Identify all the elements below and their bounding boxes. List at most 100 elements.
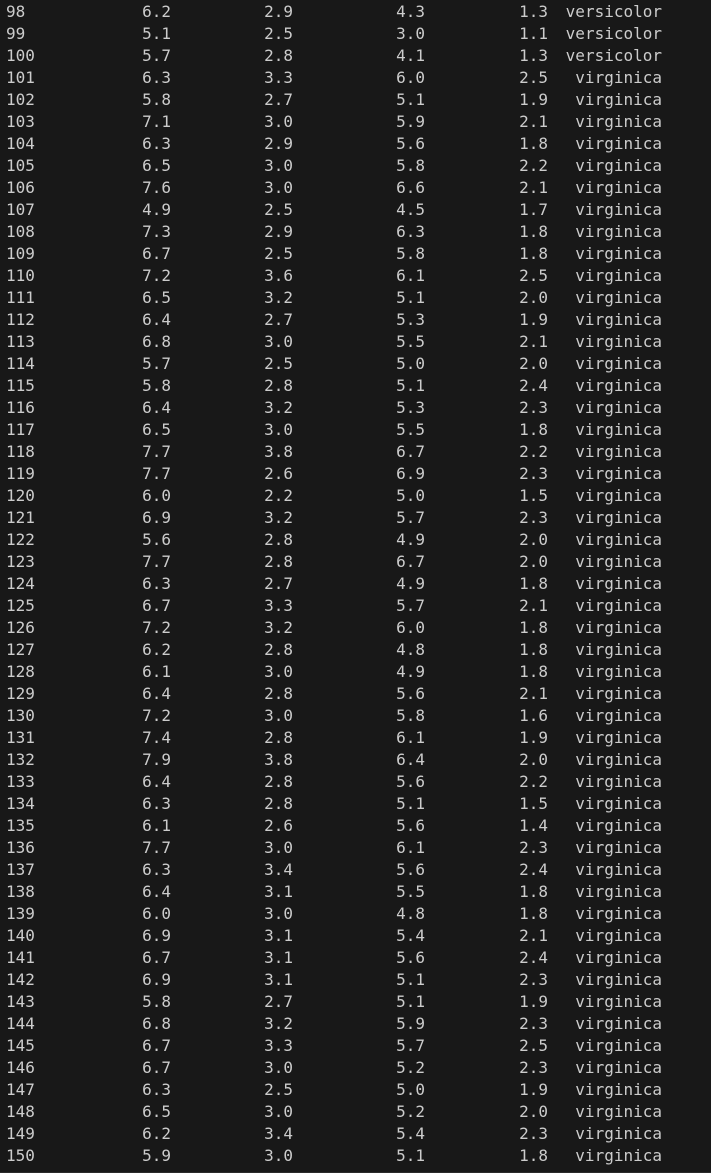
table-row: 133 6.4 2.8 5.6 2.2 virginica <box>0 771 711 793</box>
petal-width-value: 2.5 <box>519 68 548 87</box>
species-value: virginica <box>575 156 662 175</box>
sepal-width-value: 2.9 <box>264 2 293 21</box>
petal-width-value: 2.0 <box>519 354 548 373</box>
petal-width-value: 2.1 <box>519 112 548 131</box>
petal-width-value: 2.3 <box>519 1124 548 1143</box>
table-row: 110 7.2 3.6 6.1 2.5 virginica <box>0 265 711 287</box>
sepal-length-value: 6.3 <box>142 68 171 87</box>
petal-width-value: 1.9 <box>519 992 548 1011</box>
sepal-width-value: 3.2 <box>264 1014 293 1033</box>
table-row: 147 6.3 2.5 5.0 1.9 virginica <box>0 1079 711 1101</box>
table-row: 115 5.8 2.8 5.1 2.4 virginica <box>0 375 711 397</box>
sepal-length-value: 7.1 <box>142 112 171 131</box>
sepal-width-value: 2.8 <box>264 772 293 791</box>
petal-width-value: 2.3 <box>519 508 548 527</box>
sepal-width-value: 3.3 <box>264 68 293 87</box>
species-value: virginica <box>575 772 662 791</box>
sepal-width-value: 3.0 <box>264 112 293 131</box>
table-row: 129 6.4 2.8 5.6 2.1 virginica <box>0 683 711 705</box>
petal-width-value: 1.9 <box>519 310 548 329</box>
sepal-width-value: 3.0 <box>264 178 293 197</box>
petal-width-value: 2.3 <box>519 1014 548 1033</box>
species-value: virginica <box>575 1036 662 1055</box>
sepal-length-value: 6.1 <box>142 816 171 835</box>
petal-length-value: 5.6 <box>396 816 425 835</box>
row-index: 113 <box>6 332 35 351</box>
row-index: 139 <box>6 904 35 923</box>
row-index: 117 <box>6 420 35 439</box>
row-index: 120 <box>6 486 35 505</box>
sepal-width-value: 2.8 <box>264 794 293 813</box>
table-row: 117 6.5 3.0 5.5 1.8 virginica <box>0 419 711 441</box>
petal-length-value: 5.4 <box>396 926 425 945</box>
table-row: 127 6.2 2.8 4.8 1.8 virginica <box>0 639 711 661</box>
sepal-width-value: 2.8 <box>264 46 293 65</box>
petal-length-value: 5.7 <box>396 596 425 615</box>
row-index: 108 <box>6 222 35 241</box>
petal-width-value: 1.8 <box>519 574 548 593</box>
petal-width-value: 2.4 <box>519 948 548 967</box>
sepal-length-value: 6.3 <box>142 794 171 813</box>
row-index: 146 <box>6 1058 35 1077</box>
petal-length-value: 5.5 <box>396 420 425 439</box>
table-row: 113 6.8 3.0 5.5 2.1 virginica <box>0 331 711 353</box>
species-value: virginica <box>575 1102 662 1121</box>
row-index: 106 <box>6 178 35 197</box>
table-row: 112 6.4 2.7 5.3 1.9 virginica <box>0 309 711 331</box>
petal-length-value: 5.3 <box>396 310 425 329</box>
petal-width-value: 2.0 <box>519 750 548 769</box>
petal-width-value: 1.3 <box>519 2 548 21</box>
sepal-width-value: 3.6 <box>264 266 293 285</box>
table-row: 114 5.7 2.5 5.0 2.0 virginica <box>0 353 711 375</box>
sepal-width-value: 3.0 <box>264 706 293 725</box>
sepal-length-value: 5.6 <box>142 530 171 549</box>
sepal-width-value: 3.1 <box>264 970 293 989</box>
sepal-length-value: 6.9 <box>142 970 171 989</box>
table-row: 125 6.7 3.3 5.7 2.1 virginica <box>0 595 711 617</box>
sepal-length-value: 7.7 <box>142 552 171 571</box>
species-value: virginica <box>575 112 662 131</box>
table-row: 107 4.9 2.5 4.5 1.7 virginica <box>0 199 711 221</box>
species-value: virginica <box>575 838 662 857</box>
sepal-width-value: 3.2 <box>264 398 293 417</box>
sepal-width-value: 2.7 <box>264 992 293 1011</box>
petal-length-value: 4.3 <box>396 2 425 21</box>
species-value: virginica <box>575 68 662 87</box>
terminal-output[interactable]: 98 6.2 2.9 4.3 1.3 versicolor 99 5.1 2.5 3.0 1.1 ve… <box>0 0 711 1173</box>
row-index: 135 <box>6 816 35 835</box>
species-value: virginica <box>575 816 662 835</box>
sepal-length-value: 6.2 <box>142 1124 171 1143</box>
petal-length-value: 5.1 <box>396 970 425 989</box>
table-row: 131 7.4 2.8 6.1 1.9 virginica <box>0 727 711 749</box>
table-row: 128 6.1 3.0 4.9 1.8 virginica <box>0 661 711 683</box>
petal-width-value: 2.1 <box>519 178 548 197</box>
petal-width-value: 2.3 <box>519 838 548 857</box>
sepal-width-value: 2.8 <box>264 376 293 395</box>
sepal-width-value: 3.1 <box>264 926 293 945</box>
species-value: virginica <box>575 618 662 637</box>
species-value: virginica <box>575 596 662 615</box>
sepal-width-value: 3.0 <box>264 156 293 175</box>
species-value: virginica <box>575 310 662 329</box>
petal-width-value: 2.4 <box>519 860 548 879</box>
sepal-width-value: 3.2 <box>264 508 293 527</box>
sepal-width-value: 2.9 <box>264 222 293 241</box>
table-row: 121 6.9 3.2 5.7 2.3 virginica <box>0 507 711 529</box>
sepal-length-value: 5.8 <box>142 90 171 109</box>
petal-length-value: 5.5 <box>396 332 425 351</box>
petal-length-value: 5.9 <box>396 1014 425 1033</box>
species-value: virginica <box>575 464 662 483</box>
row-index: 99 <box>6 24 26 43</box>
petal-length-value: 5.1 <box>396 288 425 307</box>
sepal-length-value: 6.1 <box>142 662 171 681</box>
species-value: virginica <box>575 750 662 769</box>
table-row: 137 6.3 3.4 5.6 2.4 virginica <box>0 859 711 881</box>
row-index: 149 <box>6 1124 35 1143</box>
petal-length-value: 4.8 <box>396 904 425 923</box>
petal-width-value: 2.0 <box>519 288 548 307</box>
petal-width-value: 1.8 <box>519 662 548 681</box>
species-value: virginica <box>575 1058 662 1077</box>
table-row: 118 7.7 3.8 6.7 2.2 virginica <box>0 441 711 463</box>
sepal-length-value: 6.0 <box>142 904 171 923</box>
row-index: 112 <box>6 310 35 329</box>
